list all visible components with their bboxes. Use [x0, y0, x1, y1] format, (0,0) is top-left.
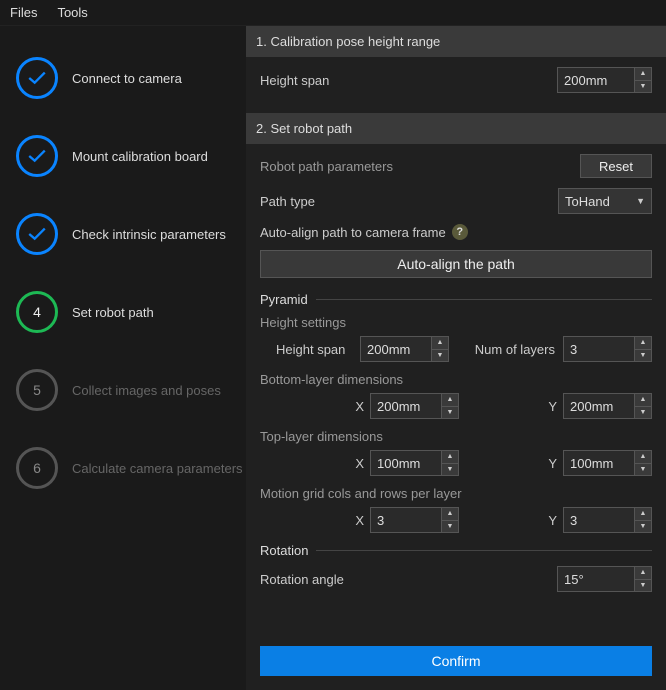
menu-files[interactable]: Files: [10, 5, 37, 20]
bottom-x-label: X: [346, 399, 364, 414]
spin-down-icon[interactable]: ▼: [635, 81, 651, 93]
auto-align-label: Auto-align path to camera frame: [260, 225, 446, 240]
spin-down-icon[interactable]: ▼: [635, 407, 651, 419]
spin-down-icon[interactable]: ▼: [442, 521, 458, 533]
pyr-height-span-input[interactable]: [360, 336, 432, 362]
bottom-x-spinner[interactable]: ▲▼: [442, 393, 459, 419]
step-calculate-params[interactable]: 6 Calculate camera parameters: [0, 442, 246, 494]
spin-up-icon[interactable]: ▲: [635, 337, 651, 350]
pyramid-group-label: Pyramid: [260, 292, 308, 307]
step-collect-images[interactable]: 5 Collect images and poses: [0, 364, 246, 416]
step-check-intrinsic[interactable]: Check intrinsic parameters: [0, 208, 246, 260]
grid-label: Motion grid cols and rows per layer: [260, 486, 652, 501]
grid-y-spinner[interactable]: ▲▼: [635, 507, 652, 533]
step-status-pending-icon: 6: [16, 447, 58, 489]
step-label: Connect to camera: [72, 71, 182, 86]
step-status-active-icon: 4: [16, 291, 58, 333]
spin-down-icon[interactable]: ▼: [442, 464, 458, 476]
grid-y-input[interactable]: [563, 507, 635, 533]
rotation-angle-input[interactable]: [557, 566, 635, 592]
step-status-done-icon: [16, 135, 58, 177]
auto-align-button[interactable]: Auto-align the path: [260, 250, 652, 278]
rotation-angle-label: Rotation angle: [260, 572, 344, 587]
spin-down-icon[interactable]: ▼: [635, 350, 651, 362]
section-2-header: 2. Set robot path: [246, 113, 666, 144]
step-label: Calculate camera parameters: [72, 461, 243, 476]
grid-x-label: X: [346, 513, 364, 528]
spin-up-icon[interactable]: ▲: [635, 68, 651, 81]
height-span-spinner[interactable]: ▲▼: [635, 67, 652, 93]
path-type-value: ToHand: [565, 194, 610, 209]
spin-down-icon[interactable]: ▼: [442, 407, 458, 419]
divider: [316, 299, 652, 300]
menu-tools[interactable]: Tools: [57, 5, 87, 20]
spin-down-icon[interactable]: ▼: [635, 580, 651, 592]
spin-up-icon[interactable]: ▲: [635, 567, 651, 580]
spin-up-icon[interactable]: ▲: [635, 394, 651, 407]
num-layers-spinner[interactable]: ▲▼: [635, 336, 652, 362]
divider: [316, 550, 652, 551]
step-status-done-icon: [16, 57, 58, 99]
num-layers-input[interactable]: [563, 336, 635, 362]
grid-x-spinner[interactable]: ▲▼: [442, 507, 459, 533]
step-number: 5: [33, 382, 41, 398]
height-settings-label: Height settings: [260, 315, 652, 330]
bottom-dims-label: Bottom-layer dimensions: [260, 372, 652, 387]
chevron-down-icon: ▼: [636, 196, 645, 206]
spin-up-icon[interactable]: ▲: [442, 508, 458, 521]
step-label: Collect images and poses: [72, 383, 221, 398]
path-type-label: Path type: [260, 194, 315, 209]
top-dims-label: Top-layer dimensions: [260, 429, 652, 444]
top-y-label: Y: [539, 456, 557, 471]
height-span-input[interactable]: [557, 67, 635, 93]
bottom-y-input[interactable]: [563, 393, 635, 419]
spin-down-icon[interactable]: ▼: [635, 464, 651, 476]
pyr-height-span-label: Height span: [276, 342, 360, 357]
confirm-button[interactable]: Confirm: [260, 646, 652, 676]
path-type-select[interactable]: ToHand ▼: [558, 188, 652, 214]
step-label: Check intrinsic parameters: [72, 227, 226, 242]
spin-up-icon[interactable]: ▲: [442, 451, 458, 464]
top-x-label: X: [346, 456, 364, 471]
bottom-y-spinner[interactable]: ▲▼: [635, 393, 652, 419]
rotation-group-label: Rotation: [260, 543, 308, 558]
spin-down-icon[interactable]: ▼: [635, 521, 651, 533]
grid-y-label: Y: [539, 513, 557, 528]
step-number: 4: [33, 304, 41, 320]
bottom-x-input[interactable]: [370, 393, 442, 419]
step-status-pending-icon: 5: [16, 369, 58, 411]
sidebar: Connect to camera Mount calibration boar…: [0, 26, 246, 690]
spin-up-icon[interactable]: ▲: [432, 337, 448, 350]
step-mount-board[interactable]: Mount calibration board: [0, 130, 246, 182]
bottom-y-label: Y: [539, 399, 557, 414]
top-y-input[interactable]: [563, 450, 635, 476]
spin-up-icon[interactable]: ▲: [442, 394, 458, 407]
step-number: 6: [33, 460, 41, 476]
help-icon[interactable]: ?: [452, 224, 468, 240]
robot-path-params-label: Robot path parameters: [260, 159, 393, 174]
spin-up-icon[interactable]: ▲: [635, 451, 651, 464]
top-y-spinner[interactable]: ▲▼: [635, 450, 652, 476]
section-1-header: 1. Calibration pose height range: [246, 26, 666, 57]
spin-up-icon[interactable]: ▲: [635, 508, 651, 521]
num-layers-label: Num of layers: [475, 342, 555, 357]
step-connect-camera[interactable]: Connect to camera: [0, 52, 246, 104]
step-set-robot-path[interactable]: 4 Set robot path: [0, 286, 246, 338]
main-panel: 1. Calibration pose height range Height …: [246, 26, 666, 690]
rotation-angle-spinner[interactable]: ▲▼: [635, 566, 652, 592]
pyr-height-span-spinner[interactable]: ▲▼: [432, 336, 449, 362]
menubar: Files Tools: [0, 0, 666, 26]
top-x-input[interactable]: [370, 450, 442, 476]
reset-button[interactable]: Reset: [580, 154, 652, 178]
grid-x-input[interactable]: [370, 507, 442, 533]
step-label: Mount calibration board: [72, 149, 208, 164]
top-x-spinner[interactable]: ▲▼: [442, 450, 459, 476]
step-status-done-icon: [16, 213, 58, 255]
step-label: Set robot path: [72, 305, 154, 320]
height-span-label: Height span: [260, 73, 329, 88]
spin-down-icon[interactable]: ▼: [432, 350, 448, 362]
